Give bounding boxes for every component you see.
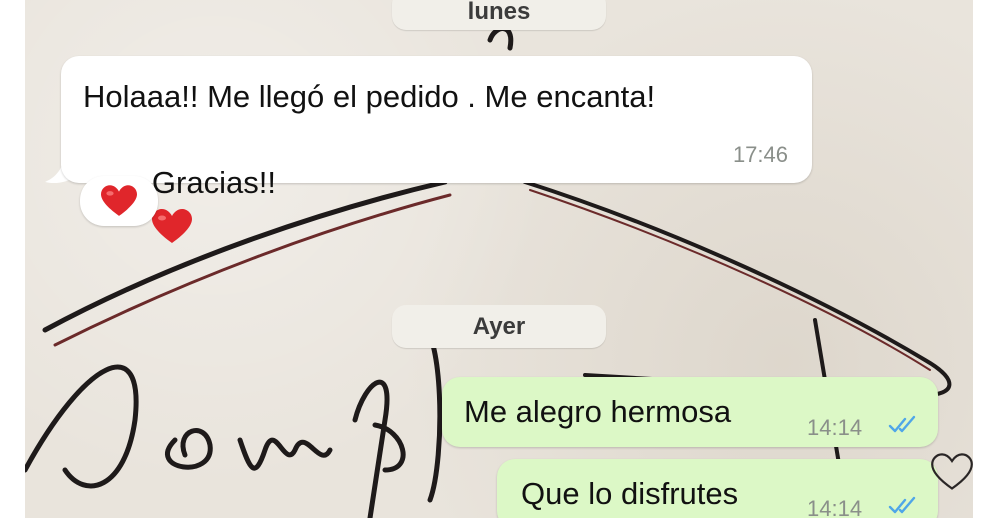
incoming-message-bubble[interactable]: Holaaa!! Me llegó el pedido . Me encanta… <box>61 56 812 243</box>
message-text: Que lo disfrutes <box>521 476 739 511</box>
message-time: 17:46 <box>732 142 788 167</box>
date-separator-ayer: Ayer <box>392 305 606 348</box>
message-reaction[interactable] <box>80 176 158 226</box>
red-heart-icon <box>101 185 137 216</box>
date-separator-lunes: lunes <box>392 0 606 30</box>
date-label: Ayer <box>472 313 526 340</box>
message-text-line-2-text: Gracias!! <box>151 165 276 200</box>
message-text-line-1: Holaaa!! Me llegó el pedido . Me encanta… <box>83 79 656 114</box>
message-time: 14:14 <box>807 415 863 440</box>
script-m <box>237 437 333 471</box>
hanger-hook <box>487 26 514 51</box>
hanger-right-arm <box>523 180 952 398</box>
script-p <box>352 379 406 518</box>
red-heart-icon <box>151 208 192 243</box>
heart-outline-icon <box>931 453 973 490</box>
chat-area[interactable]: lunes Holaaa!! Me llegó el pedido . Me e… <box>25 0 973 518</box>
outgoing-message-bubble[interactable]: Que lo disfrutes 14:14 <box>497 459 938 518</box>
date-label: lunes <box>467 0 531 25</box>
screenshot-frame: lunes Holaaa!! Me llegó el pedido . Me e… <box>0 0 999 531</box>
message-time: 14:14 <box>807 496 863 518</box>
read-receipt-icon <box>888 415 916 433</box>
message-text: Me alegro hermosa <box>464 394 732 429</box>
script-o <box>165 428 213 470</box>
outgoing-message-bubble[interactable]: Me alegro hermosa 14:14 <box>442 377 938 447</box>
script-c <box>25 364 139 489</box>
read-receipt-icon <box>888 496 916 514</box>
